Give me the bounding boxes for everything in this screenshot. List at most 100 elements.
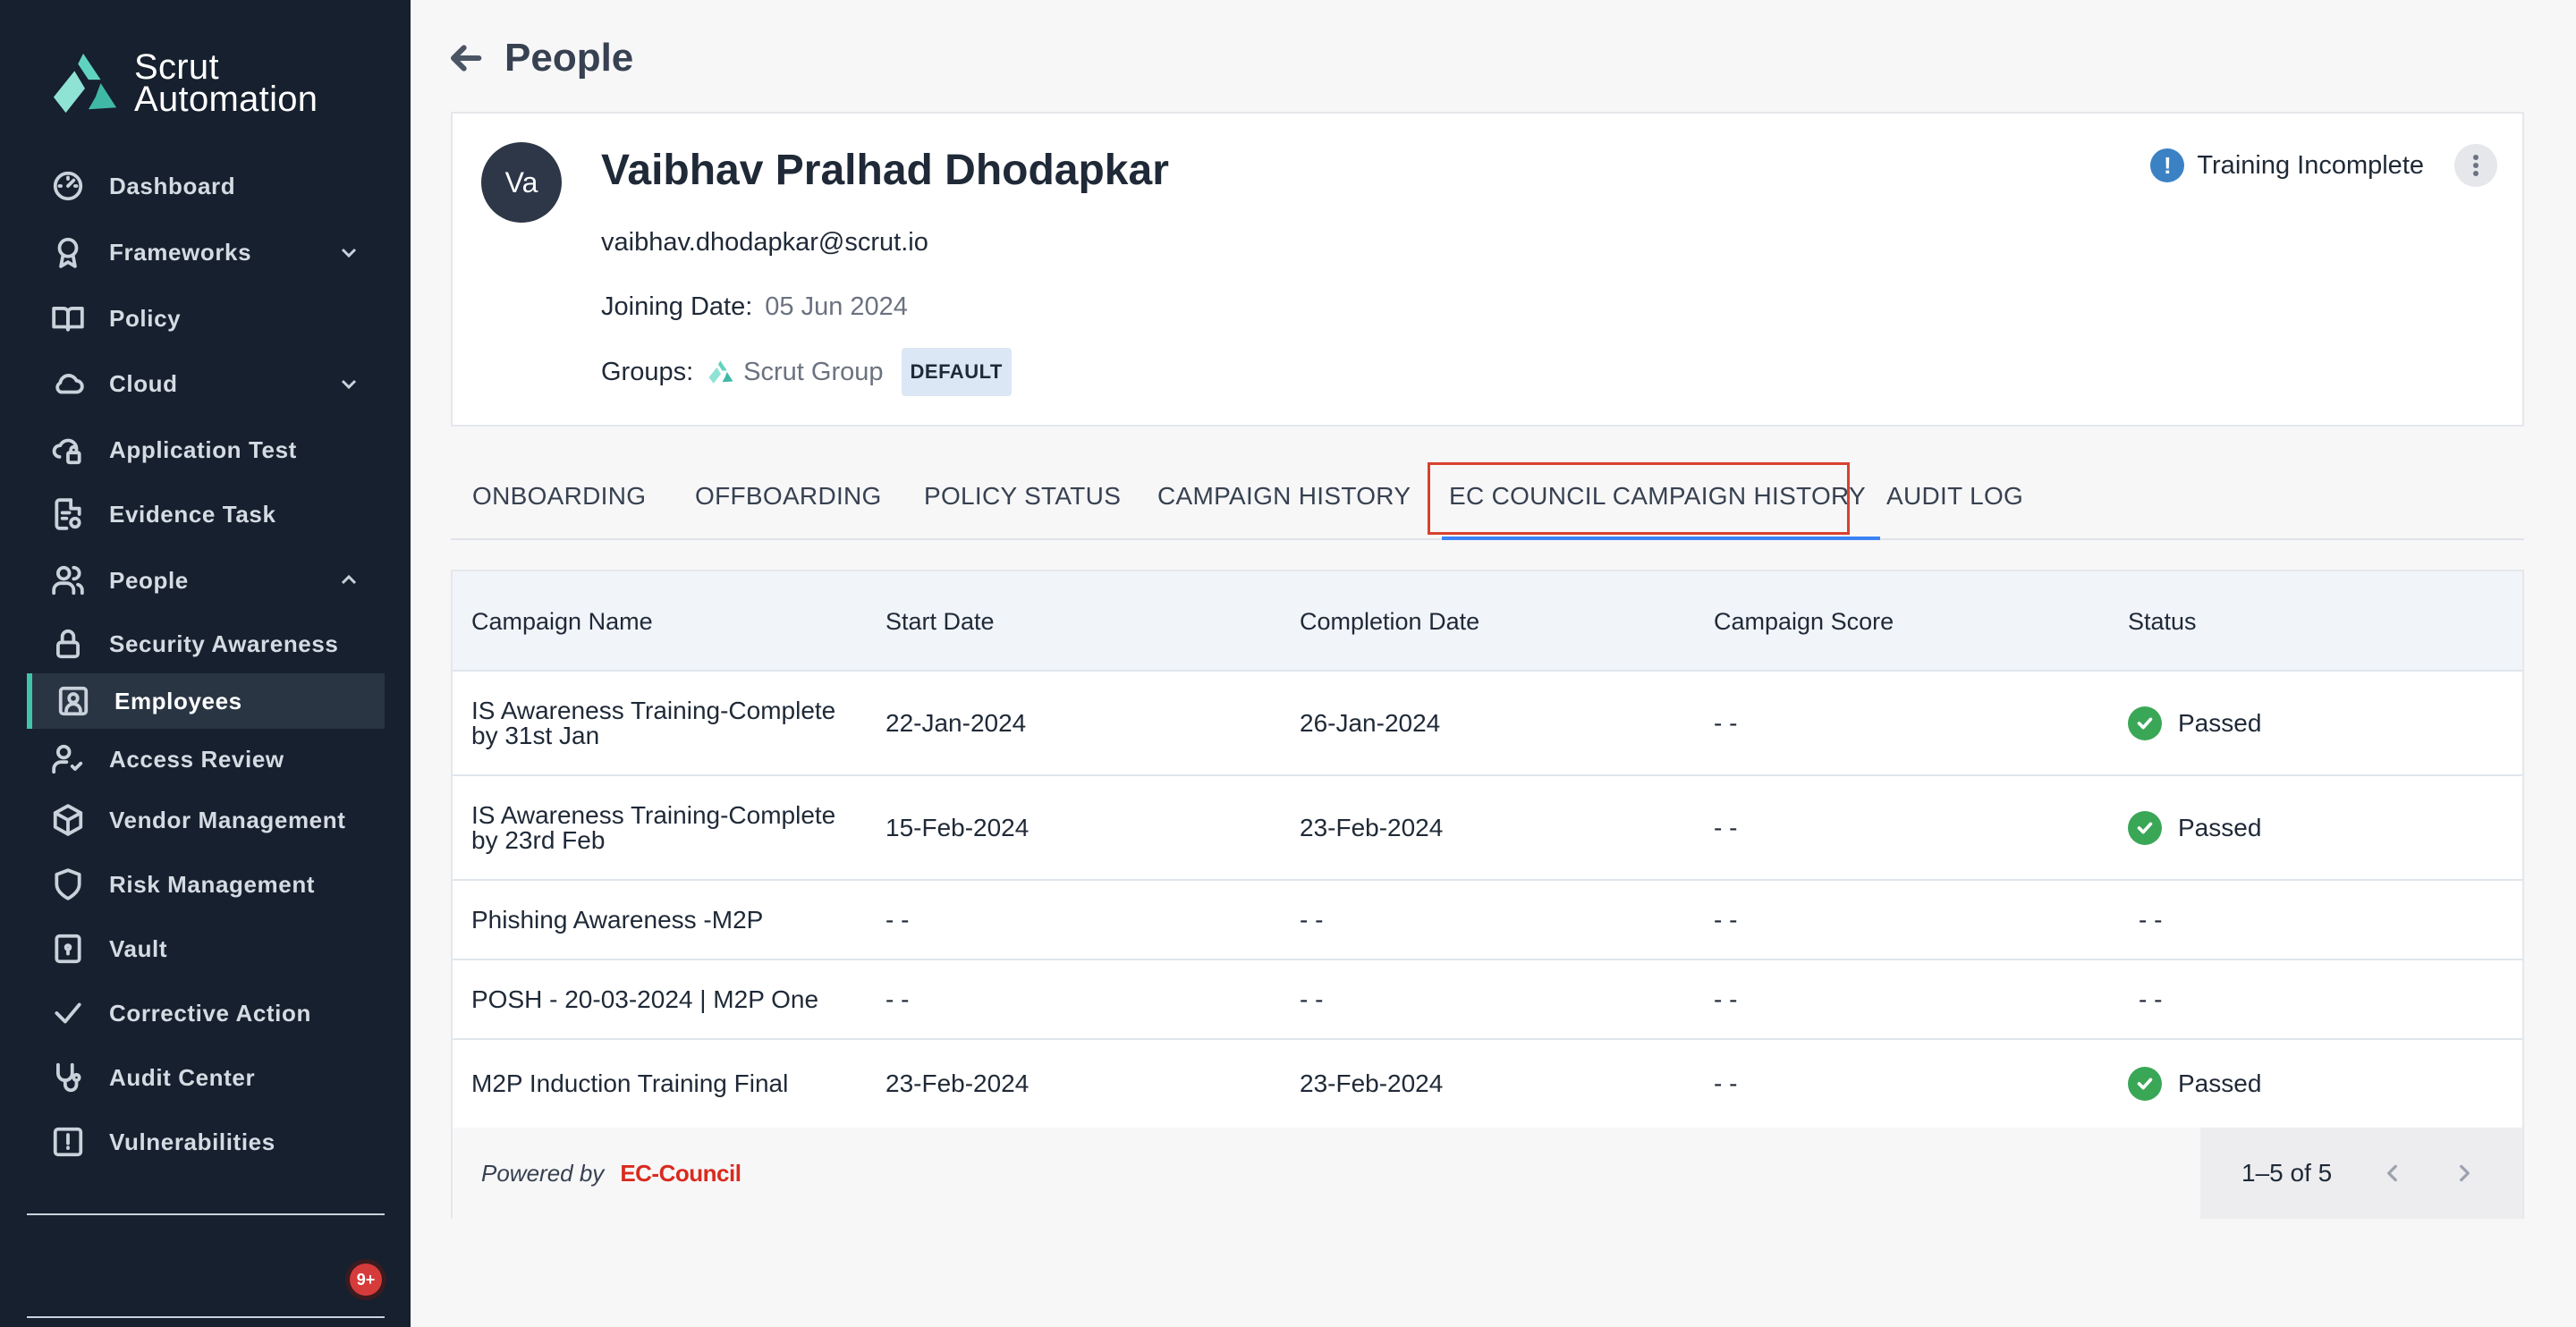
sidebar-item-vault[interactable]: Vault [27,921,385,976]
start-date-cell: 23-Feb-2024 [886,1069,1030,1097]
sidebar-item-label: Frameworks [109,238,252,266]
check-circle-icon [2128,706,2162,740]
tab-bar: ONBOARDING OFFBOARDING POLICY STATUS CAM… [451,454,2524,540]
training-status-text: Training Incomplete [2197,150,2424,180]
back-arrow-icon[interactable] [447,38,487,78]
avatar: Va [481,142,562,223]
page-title: People [504,36,634,80]
sidebar-item-audit-center[interactable]: Audit Center [27,1050,385,1105]
column-header-campaign-name[interactable]: Campaign Name [471,571,653,672]
campaign-name-cell: Phishing Awareness -M2P [471,905,764,934]
user-badge-icon [55,683,91,719]
sidebar-item-access-review[interactable]: Access Review [27,731,385,787]
chevron-left-icon[interactable] [2375,1155,2411,1191]
campaign-table: Campaign Name Start Date Completion Date… [451,570,2524,1219]
scrut-logo[interactable]: Scrut Automation [50,48,318,118]
sidebar-item-cloud[interactable]: Cloud [27,356,385,411]
alert-square-icon [50,1124,86,1160]
sidebar-divider [27,1213,385,1215]
info-alert-icon: ! [2150,148,2185,182]
sidebar-item-label: Vendor Management [109,806,346,833]
lock-icon [50,626,86,662]
completion-date-cell: 26-Jan-2024 [1300,708,1441,737]
file-task-icon [50,496,86,532]
completion-date-cell: - - [1300,905,1324,934]
pagination-range: 1–5 of 5 [2241,1159,2333,1187]
sidebar-item-label: Cloud [109,369,178,397]
sidebar-item-label: Employees [114,687,242,714]
table-row[interactable]: POSH - 20-03-2024 | M2P One - - - - - - … [453,960,2522,1040]
status-cell: Passed [2128,1040,2261,1128]
campaign-name-cell: M2P Induction Training Final [471,1069,789,1097]
campaign-name-cell: IS Awareness Training-Complete by 23rd F… [471,800,836,854]
chevron-down-icon[interactable] [338,373,360,394]
tab-audit-log[interactable]: AUDIT LOG [1886,454,2023,538]
campaign-score-cell: - - [1714,708,1738,737]
check-icon [50,995,86,1031]
scrut-group-icon [708,360,733,384]
joining-date-label: Joining Date: [601,292,753,321]
campaign-score-cell: - - [1714,813,1738,841]
status-text: Passed [2178,708,2262,737]
group-name: Scrut Group [743,357,884,386]
shield-icon [50,866,86,902]
sidebar-item-people[interactable]: People [27,553,385,608]
completion-date-cell: 23-Feb-2024 [1300,813,1444,841]
table-footer: Powered by EC-Council 1–5 of 5 [453,1128,2522,1219]
groups-label: Groups: [601,357,694,386]
sidebar-item-vulnerabilities[interactable]: Vulnerabilities [27,1114,385,1170]
notification-badge[interactable]: 9+ [345,1259,386,1300]
tab-offboarding[interactable]: OFFBOARDING [695,454,882,538]
sidebar-item-policy[interactable]: Policy [27,291,385,346]
status-cell: - - [2139,905,2163,934]
table-row[interactable]: M2P Induction Training Final 23-Feb-2024… [453,1040,2522,1128]
sidebar-item-employees[interactable]: Employees [27,673,385,729]
sidebar-item-label: Application Test [109,435,297,463]
tab-onboarding[interactable]: ONBOARDING [472,454,646,538]
stethoscope-icon [50,1060,86,1095]
sidebar-item-frameworks[interactable]: Frameworks [27,224,385,280]
sidebar-item-dashboard[interactable]: Dashboard [27,158,385,214]
page-header: People [447,36,633,80]
dashboard-icon [50,168,86,204]
more-options-icon[interactable] [2454,144,2497,187]
sidebar-item-risk-management[interactable]: Risk Management [27,857,385,912]
sidebar-item-application-test[interactable]: Application Test [27,422,385,478]
column-header-completion-date[interactable]: Completion Date [1300,571,1479,672]
default-badge: DEFAULT [901,348,1012,396]
logo-text: Scrut Automation [134,49,318,117]
column-header-campaign-score[interactable]: Campaign Score [1714,571,1894,672]
chevron-right-icon[interactable] [2446,1155,2482,1191]
scrut-logo-icon [53,53,117,114]
sidebar-item-label: Vault [109,934,168,962]
sidebar-item-label: Evidence Task [109,500,276,528]
tab-campaign-history[interactable]: CAMPAIGN HISTORY [1157,454,1411,538]
chevron-down-icon[interactable] [338,241,360,263]
pagination: 1–5 of 5 [2200,1128,2522,1219]
tab-policy-status[interactable]: POLICY STATUS [924,454,1121,538]
status-text: Passed [2178,813,2262,841]
table-row[interactable]: IS Awareness Training-Complete by 31st J… [453,672,2522,776]
column-header-status[interactable]: Status [2128,571,2197,672]
start-date-cell: - - [886,985,910,1013]
completion-date-cell: - - [1300,985,1324,1013]
vault-icon [50,931,86,967]
campaign-name-cell: IS Awareness Training-Complete by 31st J… [471,696,836,749]
cloud-icon [50,366,86,401]
joining-date-value: 05 Jun 2024 [765,292,908,321]
status-cell: - - [2139,985,2163,1013]
tab-ec-council-campaign-history[interactable]: EC COUNCIL CAMPAIGN HISTORY [1441,454,1881,540]
start-date-cell: - - [886,905,910,934]
table-row[interactable]: Phishing Awareness -M2P - - - - - - - - [453,881,2522,960]
chevron-up-icon[interactable] [338,570,360,591]
column-header-start-date[interactable]: Start Date [886,571,995,672]
sidebar-item-evidence-task[interactable]: Evidence Task [27,486,385,542]
award-icon [50,234,86,270]
notification-count: 9+ [350,1264,382,1296]
sidebar-item-security-awareness[interactable]: Security Awareness [27,616,385,672]
table-row[interactable]: IS Awareness Training-Complete by 23rd F… [453,776,2522,881]
sidebar-item-label: Audit Center [109,1063,256,1091]
sidebar-item-corrective-action[interactable]: Corrective Action [27,985,385,1041]
powered-by-text: Powered by [481,1159,605,1187]
sidebar-item-vendor-management[interactable]: Vendor Management [27,792,385,848]
